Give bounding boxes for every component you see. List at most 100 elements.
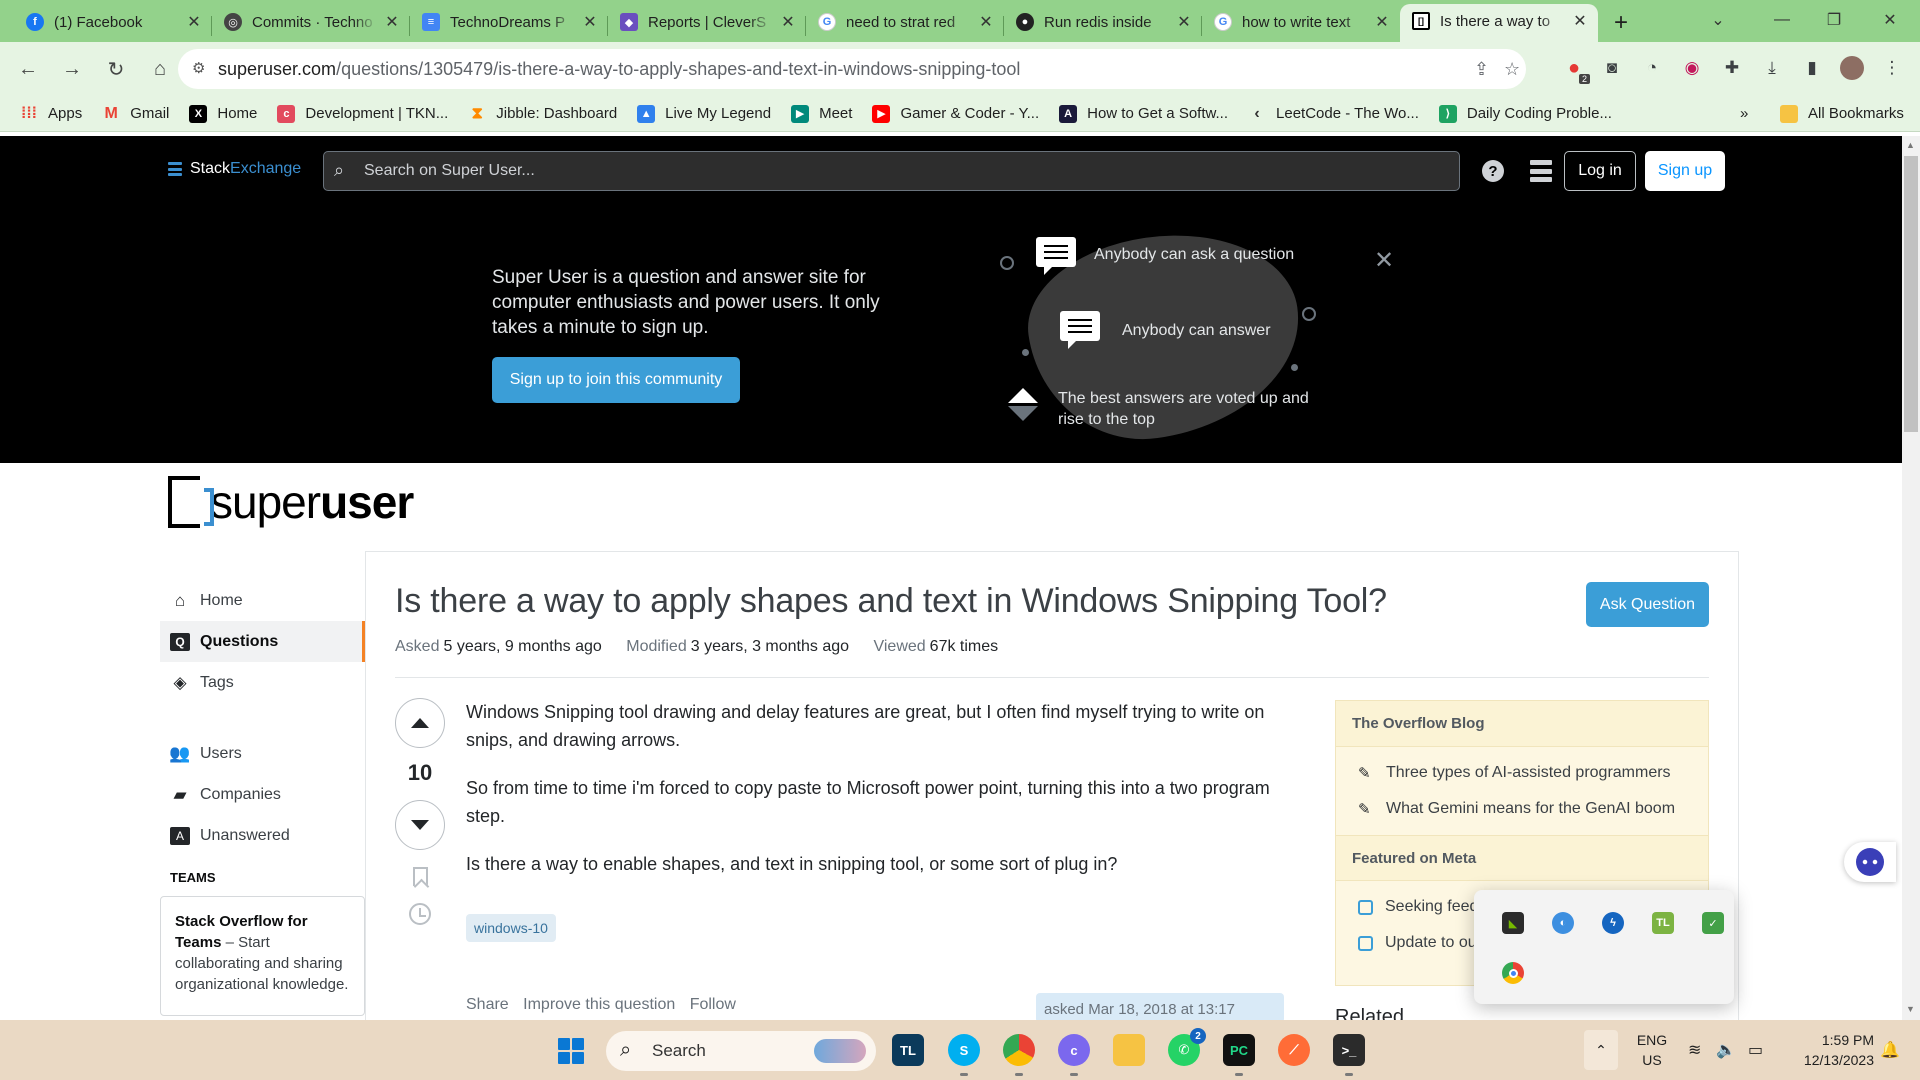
ask-question-button[interactable]: Ask Question <box>1586 582 1709 627</box>
bookmark-gmail[interactable]: M Gmail <box>102 105 170 123</box>
improve-question-link[interactable]: Improve this question <box>523 996 675 1013</box>
restore-button[interactable]: ❐ <box>1806 0 1862 40</box>
close-tab-icon[interactable]: ✕ <box>582 12 598 32</box>
help-icon[interactable]: ? <box>1482 160 1504 182</box>
start-button[interactable] <box>558 1038 584 1064</box>
close-tab-icon[interactable]: ✕ <box>1572 11 1588 31</box>
home-button[interactable]: ⌂ <box>140 49 180 89</box>
close-window-button[interactable]: ✕ <box>1862 0 1918 40</box>
site-search-input[interactable]: ⌕ Search on Super User... <box>323 151 1460 191</box>
login-button[interactable]: Log in <box>1564 151 1636 191</box>
forward-button[interactable]: → <box>52 49 92 89</box>
adblock-extension-icon[interactable]: ● 2 <box>1562 56 1590 84</box>
pycharm-taskbar-icon[interactable]: PC <box>1223 1034 1255 1066</box>
nav-tags[interactable]: ◈ Tags <box>160 662 365 703</box>
browser-tab[interactable]: ◎ Commits · Techno ✕ <box>212 6 410 42</box>
check-icon[interactable]: ✓ <box>1702 912 1724 934</box>
side-panel-icon[interactable]: ▮ <box>1800 56 1824 80</box>
close-tab-icon[interactable]: ✕ <box>780 12 796 32</box>
bookmark-software[interactable]: A How to Get a Softw... <box>1059 104 1228 123</box>
back-button[interactable]: ← <box>8 49 48 89</box>
whatsapp-taskbar-icon[interactable]: ✆ 2 <box>1168 1028 1206 1066</box>
minimize-button[interactable]: — <box>1754 0 1810 40</box>
close-tab-icon[interactable]: ✕ <box>384 12 400 32</box>
site-switcher-icon[interactable] <box>1530 160 1552 182</box>
language-indicator[interactable]: ENG US <box>1634 1030 1670 1070</box>
downvote-button[interactable] <box>395 800 445 850</box>
tab-search-chevron-icon[interactable]: ⌄ <box>1690 0 1746 40</box>
system-clock[interactable]: 1:59 PM 12/13/2023 <box>1782 1030 1874 1070</box>
speed-extension-icon[interactable]: ◔ <box>1640 56 1664 80</box>
postman-taskbar-icon[interactable]: ⟋ <box>1278 1034 1310 1066</box>
bookmark-youtube[interactable]: ▶ Gamer & Coder - Y... <box>872 104 1039 123</box>
skype-taskbar-icon[interactable]: S <box>948 1034 980 1066</box>
browser-tab-active[interactable]: [] Is there a way to ✕ <box>1400 4 1598 42</box>
bookmark-live-my-legend[interactable]: ▲ Live My Legend <box>637 104 771 123</box>
bookmark-meet[interactable]: ▶ Meet <box>791 104 852 123</box>
bookmark-leetcode[interactable]: ‹ LeetCode - The Wo... <box>1248 105 1419 123</box>
browser-tab[interactable]: G how to write text ✕ <box>1202 6 1400 42</box>
battery-icon[interactable]: ▭ <box>1748 1020 1763 1080</box>
toggl-icon[interactable]: TL <box>1652 912 1674 934</box>
scroll-down-arrow[interactable]: ▼ <box>1906 1004 1915 1014</box>
blog-item[interactable]: ✎ What Gemini means for the GenAI boom <box>1336 791 1708 827</box>
download-icon[interactable]: ⤓ <box>1760 56 1784 80</box>
nav-questions[interactable]: Q Questions <box>160 621 365 662</box>
chrome-menu-icon[interactable]: ⋮ <box>1880 56 1904 80</box>
bookmark-apps[interactable]: ⁞⁞⁞ Apps <box>20 105 82 123</box>
show-hidden-icons-chevron-icon[interactable]: ⌃ <box>1584 1030 1618 1070</box>
vpn-icon[interactable]: ◐ <box>1552 912 1574 934</box>
browser-tab[interactable]: ≡ TechnoDreams P ✕ <box>410 6 608 42</box>
close-tab-icon[interactable]: ✕ <box>978 12 994 32</box>
clickup-taskbar-icon[interactable]: c <box>1058 1034 1090 1066</box>
profile-avatar[interactable] <box>1840 56 1864 80</box>
blog-item[interactable]: ✎ Three types of AI-assisted programmers <box>1336 755 1708 791</box>
bookmark-star-icon[interactable]: ☆ <box>1504 59 1520 80</box>
chrome-icon[interactable] <box>1502 962 1524 984</box>
share-link[interactable]: Share <box>466 996 509 1013</box>
question-title[interactable]: Is there a way to apply shapes and text … <box>395 582 1387 621</box>
modified-value[interactable]: 3 years, 3 months ago <box>691 638 849 655</box>
close-tab-icon[interactable]: ✕ <box>1374 12 1390 32</box>
reload-button[interactable]: ↻ <box>96 49 136 89</box>
terminal-taskbar-icon[interactable]: >_ <box>1333 1034 1365 1066</box>
toggl-taskbar-icon[interactable]: TL <box>892 1034 924 1066</box>
nav-users[interactable]: 👥 Users <box>160 733 365 774</box>
new-tab-button[interactable]: + <box>1604 6 1638 40</box>
tag-windows-10[interactable]: windows-10 <box>466 914 556 942</box>
bookmark-icon[interactable] <box>413 867 428 886</box>
address-bar[interactable]: ⚙ superuser.com/questions/1305479/is-the… <box>178 49 1526 89</box>
stackexchange-logo[interactable]: Stack Exchange <box>168 160 301 178</box>
superuser-logo[interactable]: superuser <box>168 475 414 529</box>
extensions-puzzle-icon[interactable]: ✚ <box>1720 56 1744 80</box>
site-info-icon[interactable]: ⚙ <box>192 59 205 77</box>
nav-companies[interactable]: ▰ Companies <box>160 774 365 815</box>
close-icon[interactable]: ✕ <box>1374 246 1394 275</box>
browser-tab[interactable]: ● Run redis inside ✕ <box>1004 6 1202 42</box>
nvidia-icon[interactable]: ◣ <box>1502 912 1524 934</box>
follow-link[interactable]: Follow <box>690 996 736 1013</box>
lightning-icon[interactable]: ϟ <box>1602 912 1624 934</box>
browser-tab[interactable]: ◆ Reports | CleverS ✕ <box>608 6 806 42</box>
signup-button[interactable]: Sign up <box>1645 151 1725 191</box>
taskbar-search[interactable]: ⌕ Search <box>606 1031 876 1071</box>
upvote-button[interactable] <box>395 698 445 748</box>
camera-extension-icon[interactable]: ◙ <box>1600 56 1624 80</box>
nav-unanswered[interactable]: A Unanswered <box>160 815 365 856</box>
share-icon[interactable]: ⇪ <box>1474 59 1489 80</box>
file-explorer-taskbar-icon[interactable] <box>1113 1034 1145 1066</box>
nav-home[interactable]: ⌂ Home <box>160 580 365 621</box>
join-community-button[interactable]: Sign up to join this community <box>492 357 740 403</box>
bookmark-home[interactable]: X Home <box>189 104 257 123</box>
scrollbar-thumb[interactable] <box>1904 156 1918 432</box>
bookmarks-overflow-button[interactable]: » <box>1740 105 1748 122</box>
volume-icon[interactable]: 🔈 <box>1716 1020 1736 1080</box>
bookmark-development[interactable]: c Development | TKN... <box>277 104 448 123</box>
close-tab-icon[interactable]: ✕ <box>186 12 202 32</box>
all-bookmarks[interactable]: All Bookmarks <box>1780 104 1904 123</box>
teams-promo[interactable]: Stack Overflow for Teams – Start collabo… <box>160 896 365 1016</box>
chrome-taskbar-icon[interactable] <box>1003 1034 1035 1066</box>
close-tab-icon[interactable]: ✕ <box>1176 12 1192 32</box>
browser-tab[interactable]: G need to strat red ✕ <box>806 6 1004 42</box>
history-icon[interactable] <box>409 903 431 925</box>
